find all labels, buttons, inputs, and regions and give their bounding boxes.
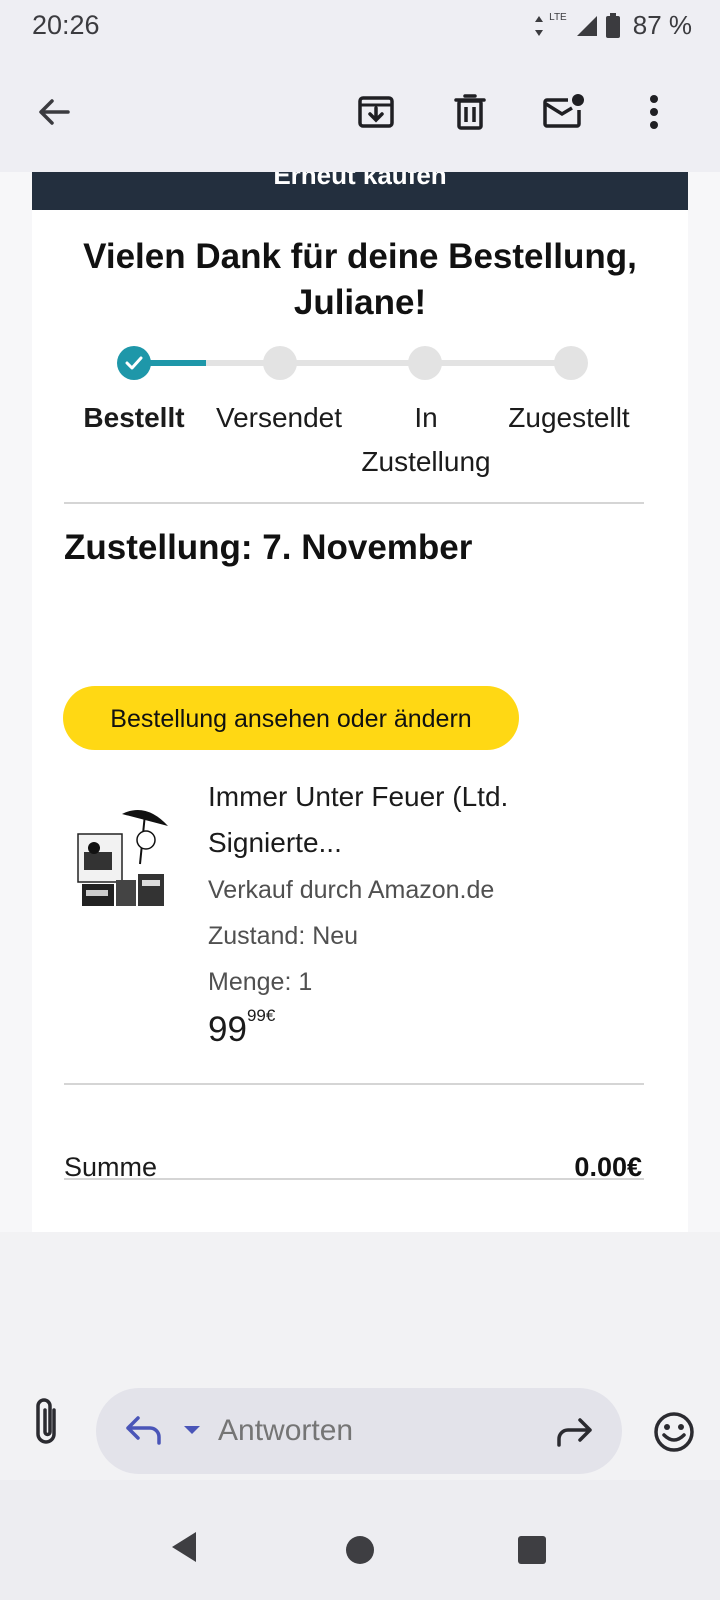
mark-unread-button[interactable] [536,84,592,140]
dropdown-caret-icon[interactable] [182,1424,202,1436]
app-bar [0,62,720,162]
more-options-button[interactable] [626,84,682,140]
back-button[interactable] [26,84,82,140]
nav-back-icon[interactable] [170,1530,198,1564]
shipment-tracker: Bestellt Versendet In Zustellung Zugeste… [32,340,688,490]
buy-again-banner[interactable]: Erneut kaufen [32,172,688,210]
step-dot-versendet [263,346,297,380]
product-bundle-image [77,810,168,906]
emoji-icon [654,1412,694,1452]
nav-home-icon[interactable] [346,1536,374,1564]
step-label-bestellt: Bestellt [83,402,185,433]
divider [64,1178,644,1180]
email-body: Erneut kaufen Vielen Dank für deine Best… [0,172,720,1232]
product-title[interactable]: Immer Unter Feuer (Ltd. Signierte... [208,774,608,866]
battery-icon [605,12,620,38]
data-arrows-icon [535,15,544,36]
checkmark-icon [125,356,143,370]
thank-you-title: Vielen Dank für deine Bestellung, Julian… [83,237,637,322]
step-dot-bestellt [117,346,151,380]
attachment-icon [36,1398,56,1444]
archive-icon [358,96,394,128]
product-image[interactable] [76,800,172,910]
delivery-date-heading: Zustellung: 7. November [64,528,473,567]
email-margin-left [0,172,32,1232]
reply-compose-bar[interactable] [96,1388,622,1474]
forward-icon[interactable] [554,1412,594,1452]
step-label-in-zustellung: In Zustellung [361,402,491,477]
back-arrow-icon [39,99,70,125]
step-label-zugestellt: Zugestellt [508,402,630,433]
tracker-remaining-line [206,360,570,366]
view-order-button[interactable]: Bestellung ansehen oder ändern [63,686,519,750]
attachment-button[interactable] [26,1396,66,1448]
product-quantity: Menge: 1 [208,968,313,996]
step-dot-zugestellt [554,346,588,380]
mark-unread-icon [543,94,584,128]
network-type-label: LTE [549,12,567,23]
reply-icon[interactable] [124,1410,164,1450]
emoji-button[interactable] [652,1410,696,1459]
price-fraction: 99€ [246,1006,276,1025]
status-bar: 20:26 LTE 87 % [0,0,720,56]
order-confirmation-card: Vielen Dank für deine Bestellung, Julian… [32,210,688,1232]
reply-input[interactable] [218,1388,518,1474]
signal-icon [576,15,597,36]
status-indicators: LTE 87 % [533,10,692,41]
product-condition: Zustand: Neu [208,922,359,950]
buy-again-label: Erneut kaufen [273,172,447,190]
divider [64,502,644,504]
more-vert-icon [650,95,658,129]
step-dot-in-zustellung [408,346,442,380]
product-seller: Verkauf durch Amazon.de [208,876,495,904]
archive-button[interactable] [348,84,404,140]
divider [64,1083,644,1085]
battery-percent: 87 % [632,10,692,40]
delete-icon [454,94,486,130]
nav-recents-icon[interactable] [518,1536,546,1564]
status-time: 20:26 [32,10,100,40]
step-label-versendet: Versendet [215,402,343,433]
delete-button[interactable] [442,84,498,140]
product-price: 9999€ [208,1006,275,1050]
email-margin-right [686,172,720,1232]
price-whole: 99 [208,1010,247,1049]
